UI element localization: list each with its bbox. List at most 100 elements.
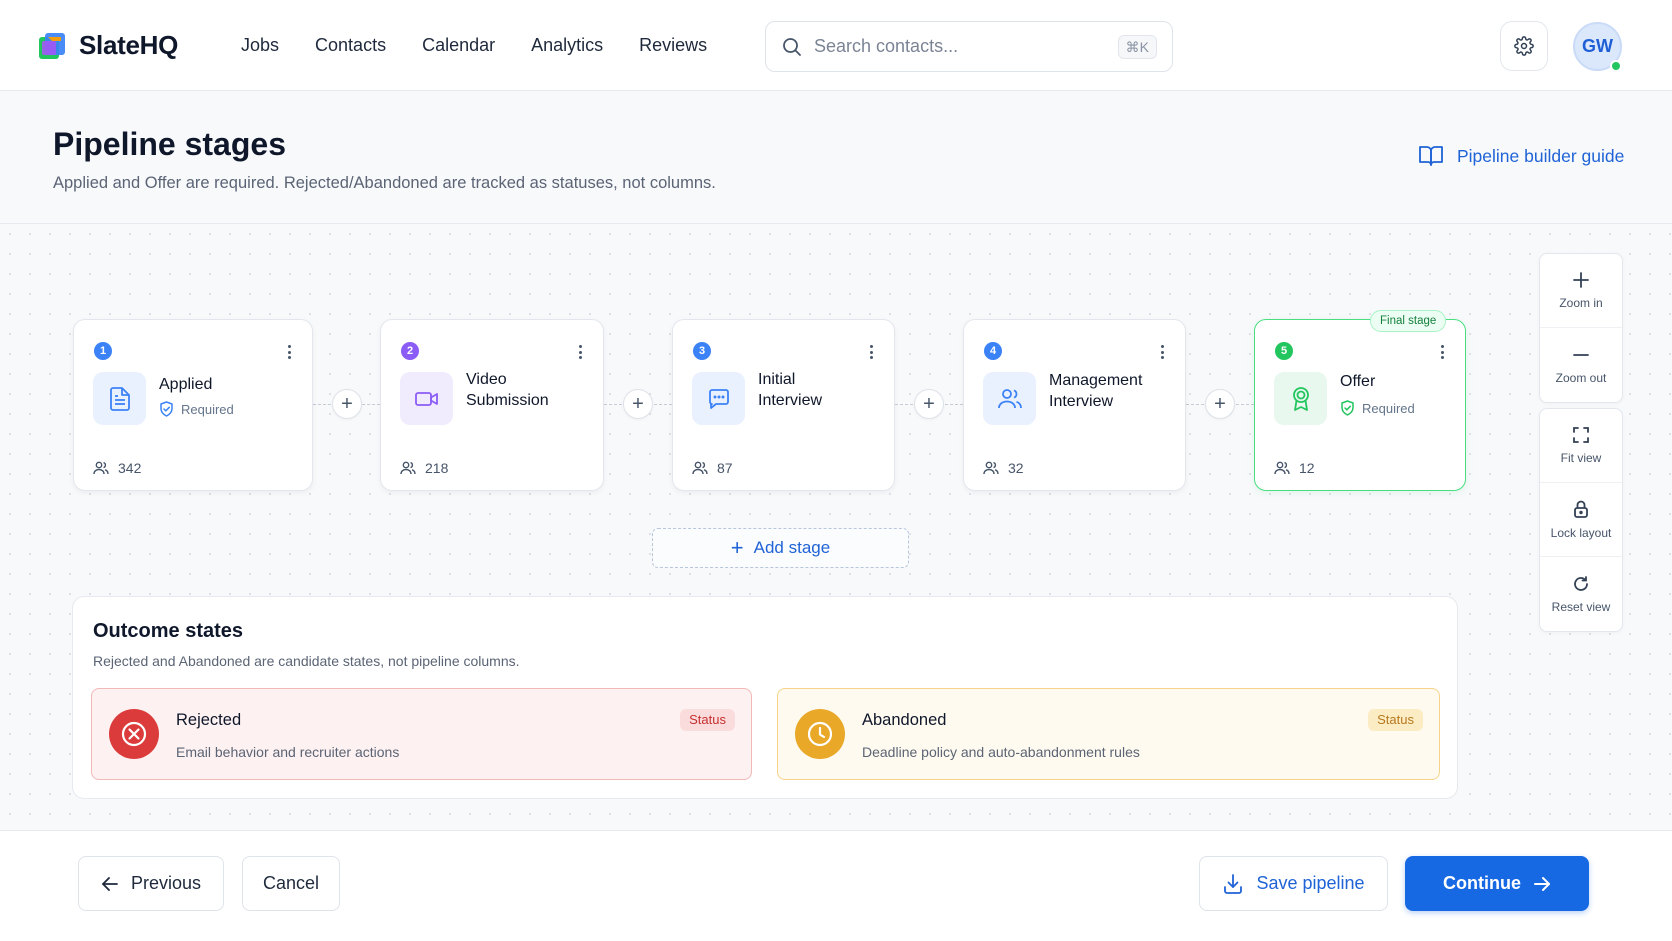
state-name: Rejected [176, 711, 242, 729]
pipeline-guide-link[interactable]: Pipeline builder guide [1418, 144, 1624, 168]
view-toolbar: Fit view Lock layout Reset view [1539, 408, 1623, 632]
add-stage-label: Add stage [753, 538, 831, 557]
lock-layout-button[interactable]: Lock layout [1540, 483, 1622, 557]
nav-contacts[interactable]: Contacts [315, 35, 386, 56]
nav-analytics[interactable]: Analytics [531, 35, 603, 56]
top-navbar: SlateHQ Jobs Contacts Calendar Analytics… [0, 0, 1672, 91]
stage-card-offer[interactable]: 5 Offer Required 12 [1254, 319, 1466, 491]
add-stage-button[interactable]: + Add stage [652, 528, 909, 568]
state-name: Abandoned [862, 711, 947, 729]
clock-icon [807, 721, 833, 747]
stage-icon-box [692, 372, 745, 425]
award-icon [1292, 386, 1309, 411]
outcome-subtitle: Rejected and Abandoned are candidate sta… [93, 653, 520, 669]
stage-name-line: Interview [758, 392, 823, 409]
state-icon-circle [795, 709, 845, 759]
zoom-out-button[interactable]: Zoom out [1540, 328, 1622, 402]
nav-calendar[interactable]: Calendar [422, 35, 495, 56]
stage-name-line: Video [466, 371, 507, 388]
abandoned-state-card[interactable]: Abandoned Deadline policy and auto-aband… [777, 688, 1440, 780]
page-title: Pipeline stages [53, 126, 286, 162]
stage-name-line: Submission [466, 392, 549, 409]
insert-stage-button[interactable]: + [332, 389, 362, 419]
stage-name: Offer [1340, 371, 1375, 392]
outcome-title: Outcome states [93, 620, 244, 642]
previous-button[interactable]: Previous [78, 856, 224, 911]
settings-button[interactable] [1500, 21, 1548, 71]
stage-name: Management Interview [1049, 370, 1142, 412]
stage-card-applied[interactable]: 1 Applied Required 342 [73, 319, 313, 491]
stage-name-line: Initial [758, 371, 796, 388]
stage-name-line: Management [1049, 372, 1143, 389]
brand-name: SlateHQ [79, 30, 179, 60]
candidate-count-value: 12 [1299, 460, 1315, 476]
minus-icon [1573, 353, 1589, 356]
candidate-count: 87 [692, 460, 733, 476]
users-icon [692, 461, 708, 475]
search-icon [783, 37, 801, 56]
required-label: Required [1362, 400, 1415, 416]
status-badge: Status [1368, 709, 1423, 731]
refresh-icon [1574, 575, 1588, 591]
main-nav: Jobs Contacts Calendar Analytics Reviews [241, 35, 743, 56]
candidate-count-value: 87 [717, 460, 733, 476]
cancel-label: Cancel [262, 873, 320, 893]
zoom-out-label: Zoom out [1555, 370, 1607, 385]
lock-layout-label: Lock layout [1550, 526, 1612, 540]
required-indicator: Required [1340, 400, 1415, 416]
video-icon [414, 391, 438, 406]
page-subtitle: Applied and Offer are required. Rejected… [53, 174, 716, 192]
nav-reviews[interactable]: Reviews [639, 35, 707, 56]
cancel-button[interactable]: Cancel [242, 856, 340, 911]
stage-card-video-submission[interactable]: 2 Video Submission 218 [380, 319, 604, 491]
stage-menu-button[interactable] [282, 342, 296, 362]
insert-stage-button[interactable]: + [1205, 389, 1235, 419]
status-badge: Status [680, 709, 735, 731]
zoom-in-button[interactable]: Zoom in [1540, 254, 1622, 328]
candidate-count-value: 32 [1008, 460, 1024, 476]
insert-stage-button[interactable]: + [623, 389, 653, 419]
reset-view-button[interactable]: Reset view [1540, 557, 1622, 631]
stage-number-badge: 4 [984, 342, 1002, 360]
candidate-count-value: 218 [425, 460, 449, 476]
stage-menu-button[interactable] [864, 342, 878, 362]
stage-menu-button[interactable] [1435, 342, 1449, 362]
stage-number-badge: 1 [94, 342, 112, 360]
x-circle-icon [121, 721, 147, 747]
insert-stage-button[interactable]: + [914, 389, 944, 419]
stage-icon-box [1274, 372, 1327, 425]
fit-view-button[interactable]: Fit view [1540, 409, 1622, 483]
outcome-states-panel: Outcome states Rejected and Abandoned ar… [72, 596, 1458, 799]
search-input[interactable] [814, 36, 1104, 57]
save-pipeline-button[interactable]: Save pipeline [1199, 856, 1388, 911]
rejected-state-card[interactable]: Rejected Email behavior and recruiter ac… [91, 688, 752, 780]
zoom-toolbar: Zoom in Zoom out [1539, 253, 1623, 403]
search-box: ⌘K [765, 21, 1173, 72]
stage-icon-box [983, 372, 1036, 425]
continue-label: Continue [1443, 873, 1521, 893]
stage-card-initial-interview[interactable]: 3 Initial Interview 87 [672, 319, 895, 491]
stage-number-badge: 2 [401, 342, 419, 360]
page-header: Pipeline stages Applied and Offer are re… [0, 91, 1672, 224]
brand[interactable]: SlateHQ [37, 30, 178, 61]
stage-icon-box [400, 372, 453, 425]
stage-name-line: Interview [1049, 393, 1114, 410]
users-icon [1274, 461, 1290, 475]
stage-name: Video Submission [466, 369, 549, 411]
previous-label: Previous [130, 873, 202, 893]
expand-icon [1573, 427, 1589, 443]
stage-menu-button[interactable] [573, 342, 587, 362]
shield-check-icon [160, 401, 173, 417]
download-icon [1224, 873, 1243, 894]
nav-jobs[interactable]: Jobs [241, 35, 279, 56]
stage-menu-button[interactable] [1155, 342, 1169, 362]
plus-icon: + [730, 535, 744, 560]
plus-icon [1573, 272, 1589, 288]
continue-button[interactable]: Continue [1405, 856, 1589, 911]
state-icon-circle [109, 709, 159, 759]
reset-view-label: Reset view [1551, 599, 1611, 614]
users-icon [93, 461, 109, 475]
book-icon [1419, 146, 1443, 166]
users-icon [997, 388, 1022, 408]
stage-card-management-interview[interactable]: 4 Management Interview 32 [963, 319, 1186, 491]
